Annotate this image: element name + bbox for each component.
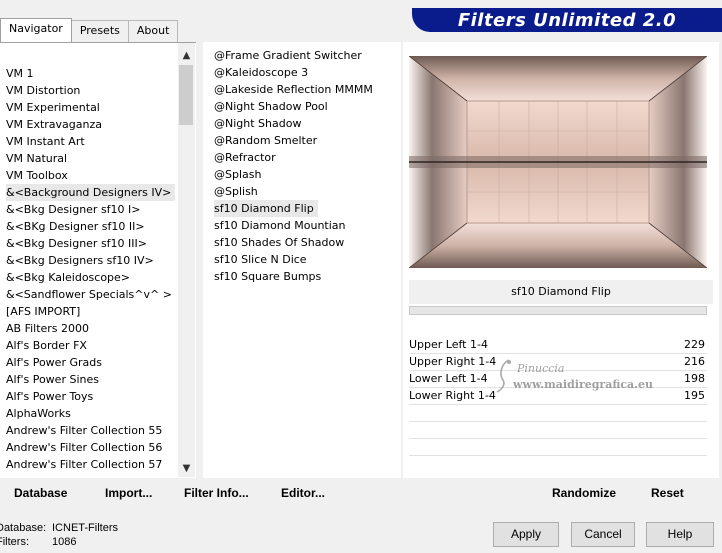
category-item[interactable]: Alf's Border FX: [6, 337, 87, 354]
filter-item[interactable]: @Splish: [214, 183, 258, 200]
divider: [409, 404, 707, 405]
param-upper-right[interactable]: Upper Right 1-4 216: [409, 353, 707, 370]
progress-bar: [409, 306, 707, 315]
apply-button[interactable]: Apply: [493, 522, 559, 547]
category-item[interactable]: VM Distortion: [6, 82, 80, 99]
category-item[interactable]: VM 1: [6, 65, 34, 82]
param-value[interactable]: 229: [684, 336, 705, 353]
category-item[interactable]: VM Toolbox: [6, 167, 68, 184]
param-label: Upper Right 1-4: [409, 355, 497, 368]
import-button[interactable]: Import...: [105, 486, 152, 500]
filter-item[interactable]: @Lakeside Reflection MMMM: [214, 81, 373, 98]
category-item[interactable]: &<BKg Designer sf10 II>: [6, 218, 145, 235]
status-label: Database:: [0, 522, 47, 534]
param-label: Upper Left 1-4: [409, 338, 488, 351]
category-item[interactable]: Andrew's Filter Collection 58: [6, 473, 162, 477]
param-upper-left[interactable]: Upper Left 1-4 229: [409, 336, 707, 353]
category-item[interactable]: &<Background Designers IV>: [6, 184, 176, 201]
category-list-panel: VM 1 VM Distortion VM Experimental VM Extra…: [0, 42, 196, 478]
scroll-down-arrow-icon[interactable]: ▼: [178, 460, 195, 477]
status-value: ICNET-Filters: [52, 522, 118, 534]
filter-item[interactable]: sf10 Diamond Mountian: [214, 217, 346, 234]
filter-item[interactable]: @Frame Gradient Switcher: [214, 47, 362, 64]
filter-item[interactable]: @Refractor: [214, 149, 276, 166]
category-item[interactable]: Alf's Power Sines: [6, 371, 99, 388]
bottom-toolbar: Database Import... Filter Info... Editor…: [0, 478, 722, 508]
filter-preview-image: [409, 56, 707, 268]
filter-item[interactable]: @Night Shadow: [214, 115, 301, 132]
divider: [409, 455, 707, 456]
category-item[interactable]: Andrew's Filter Collection 57: [6, 456, 162, 473]
category-item[interactable]: VM Experimental: [6, 99, 100, 116]
filter-item[interactable]: @Random Smelter: [214, 132, 317, 149]
category-item[interactable]: VM Natural: [6, 150, 67, 167]
category-item[interactable]: Alf's Power Toys: [6, 388, 93, 405]
param-label: Lower Right 1-4: [409, 389, 496, 402]
cancel-button[interactable]: Cancel: [571, 522, 635, 547]
category-item[interactable]: AB Filters 2000: [6, 320, 89, 337]
param-value[interactable]: 198: [684, 370, 705, 387]
scrollbar-thumb[interactable]: [179, 65, 193, 125]
status-value: 1086: [52, 536, 77, 548]
help-button[interactable]: Help: [646, 522, 714, 547]
category-item[interactable]: &<Sandflower Specials^v^ >: [6, 286, 172, 303]
category-item[interactable]: Andrew's Filter Collection 56: [6, 439, 162, 456]
preview-panel: sf10 Diamond Flip Upper Left 1-4 229 Upp…: [403, 42, 719, 478]
divider: [409, 438, 707, 439]
filter-item[interactable]: @Night Shadow Pool: [214, 98, 328, 115]
tab-presets[interactable]: Presets: [70, 20, 129, 42]
filter-info-button[interactable]: Filter Info...: [184, 486, 249, 500]
editor-button[interactable]: Editor...: [281, 486, 325, 500]
category-item[interactable]: &<Bkg Designers sf10 IV>: [6, 252, 154, 269]
filter-item[interactable]: @Splash: [214, 166, 261, 183]
bottom-right-toolbar: Randomize Reset: [408, 478, 716, 506]
tab-about[interactable]: About: [127, 20, 179, 42]
category-item[interactable]: Andrew's Filter Collection 55: [6, 422, 162, 439]
param-value[interactable]: 216: [684, 353, 705, 370]
bottom-left-toolbar: Database Import... Filter Info... Editor…: [0, 478, 401, 506]
param-value[interactable]: 195: [684, 387, 705, 404]
category-item[interactable]: VM Instant Art: [6, 133, 85, 150]
tab-navigator[interactable]: Navigator: [0, 18, 72, 42]
status-label: Filters:: [0, 536, 29, 548]
param-lower-right[interactable]: Lower Right 1-4 195: [409, 387, 707, 404]
title-banner: Filters Unlimited 2.0: [412, 8, 722, 32]
scroll-up-arrow-icon[interactable]: ▲: [178, 47, 195, 64]
filter-item[interactable]: sf10 Shades Of Shadow: [214, 234, 344, 251]
filter-list[interactable]: @Frame Gradient Switcher @Kaleidoscope 3 @…: [203, 42, 401, 478]
randomize-button[interactable]: Randomize: [552, 486, 616, 500]
category-item[interactable]: Alf's Power Grads: [6, 354, 102, 371]
filter-item[interactable]: sf10 Square Bumps: [214, 268, 321, 285]
category-item[interactable]: &<Bkg Designer sf10 I>: [6, 201, 141, 218]
filter-item[interactable]: @Kaleidoscope 3: [214, 64, 308, 81]
filter-item[interactable]: sf10 Diamond Flip: [214, 200, 318, 217]
category-item[interactable]: [AFS IMPORT]: [6, 303, 80, 320]
current-filter-name: sf10 Diamond Flip: [409, 280, 713, 304]
reset-button[interactable]: Reset: [651, 486, 684, 500]
category-list[interactable]: VM 1 VM Distortion VM Experimental VM Extra…: [0, 43, 178, 477]
category-item[interactable]: VM Extravaganza: [6, 116, 102, 133]
category-item[interactable]: AlphaWorks: [6, 405, 71, 422]
database-button[interactable]: Database: [14, 486, 67, 500]
category-item[interactable]: &<Bkg Kaleidoscope>: [6, 269, 130, 286]
app-title: Filters Unlimited 2.0: [457, 9, 677, 31]
divider: [409, 421, 707, 422]
tab-bar: Navigator Presets About: [0, 18, 179, 42]
category-item[interactable]: &<Bkg Designer sf10 III>: [6, 235, 147, 252]
category-scrollbar[interactable]: ▲ ▼: [178, 43, 195, 477]
param-lower-left[interactable]: Lower Left 1-4 198: [409, 370, 707, 387]
param-label: Lower Left 1-4: [409, 372, 488, 385]
filter-item[interactable]: sf10 Slice N Dice: [214, 251, 307, 268]
